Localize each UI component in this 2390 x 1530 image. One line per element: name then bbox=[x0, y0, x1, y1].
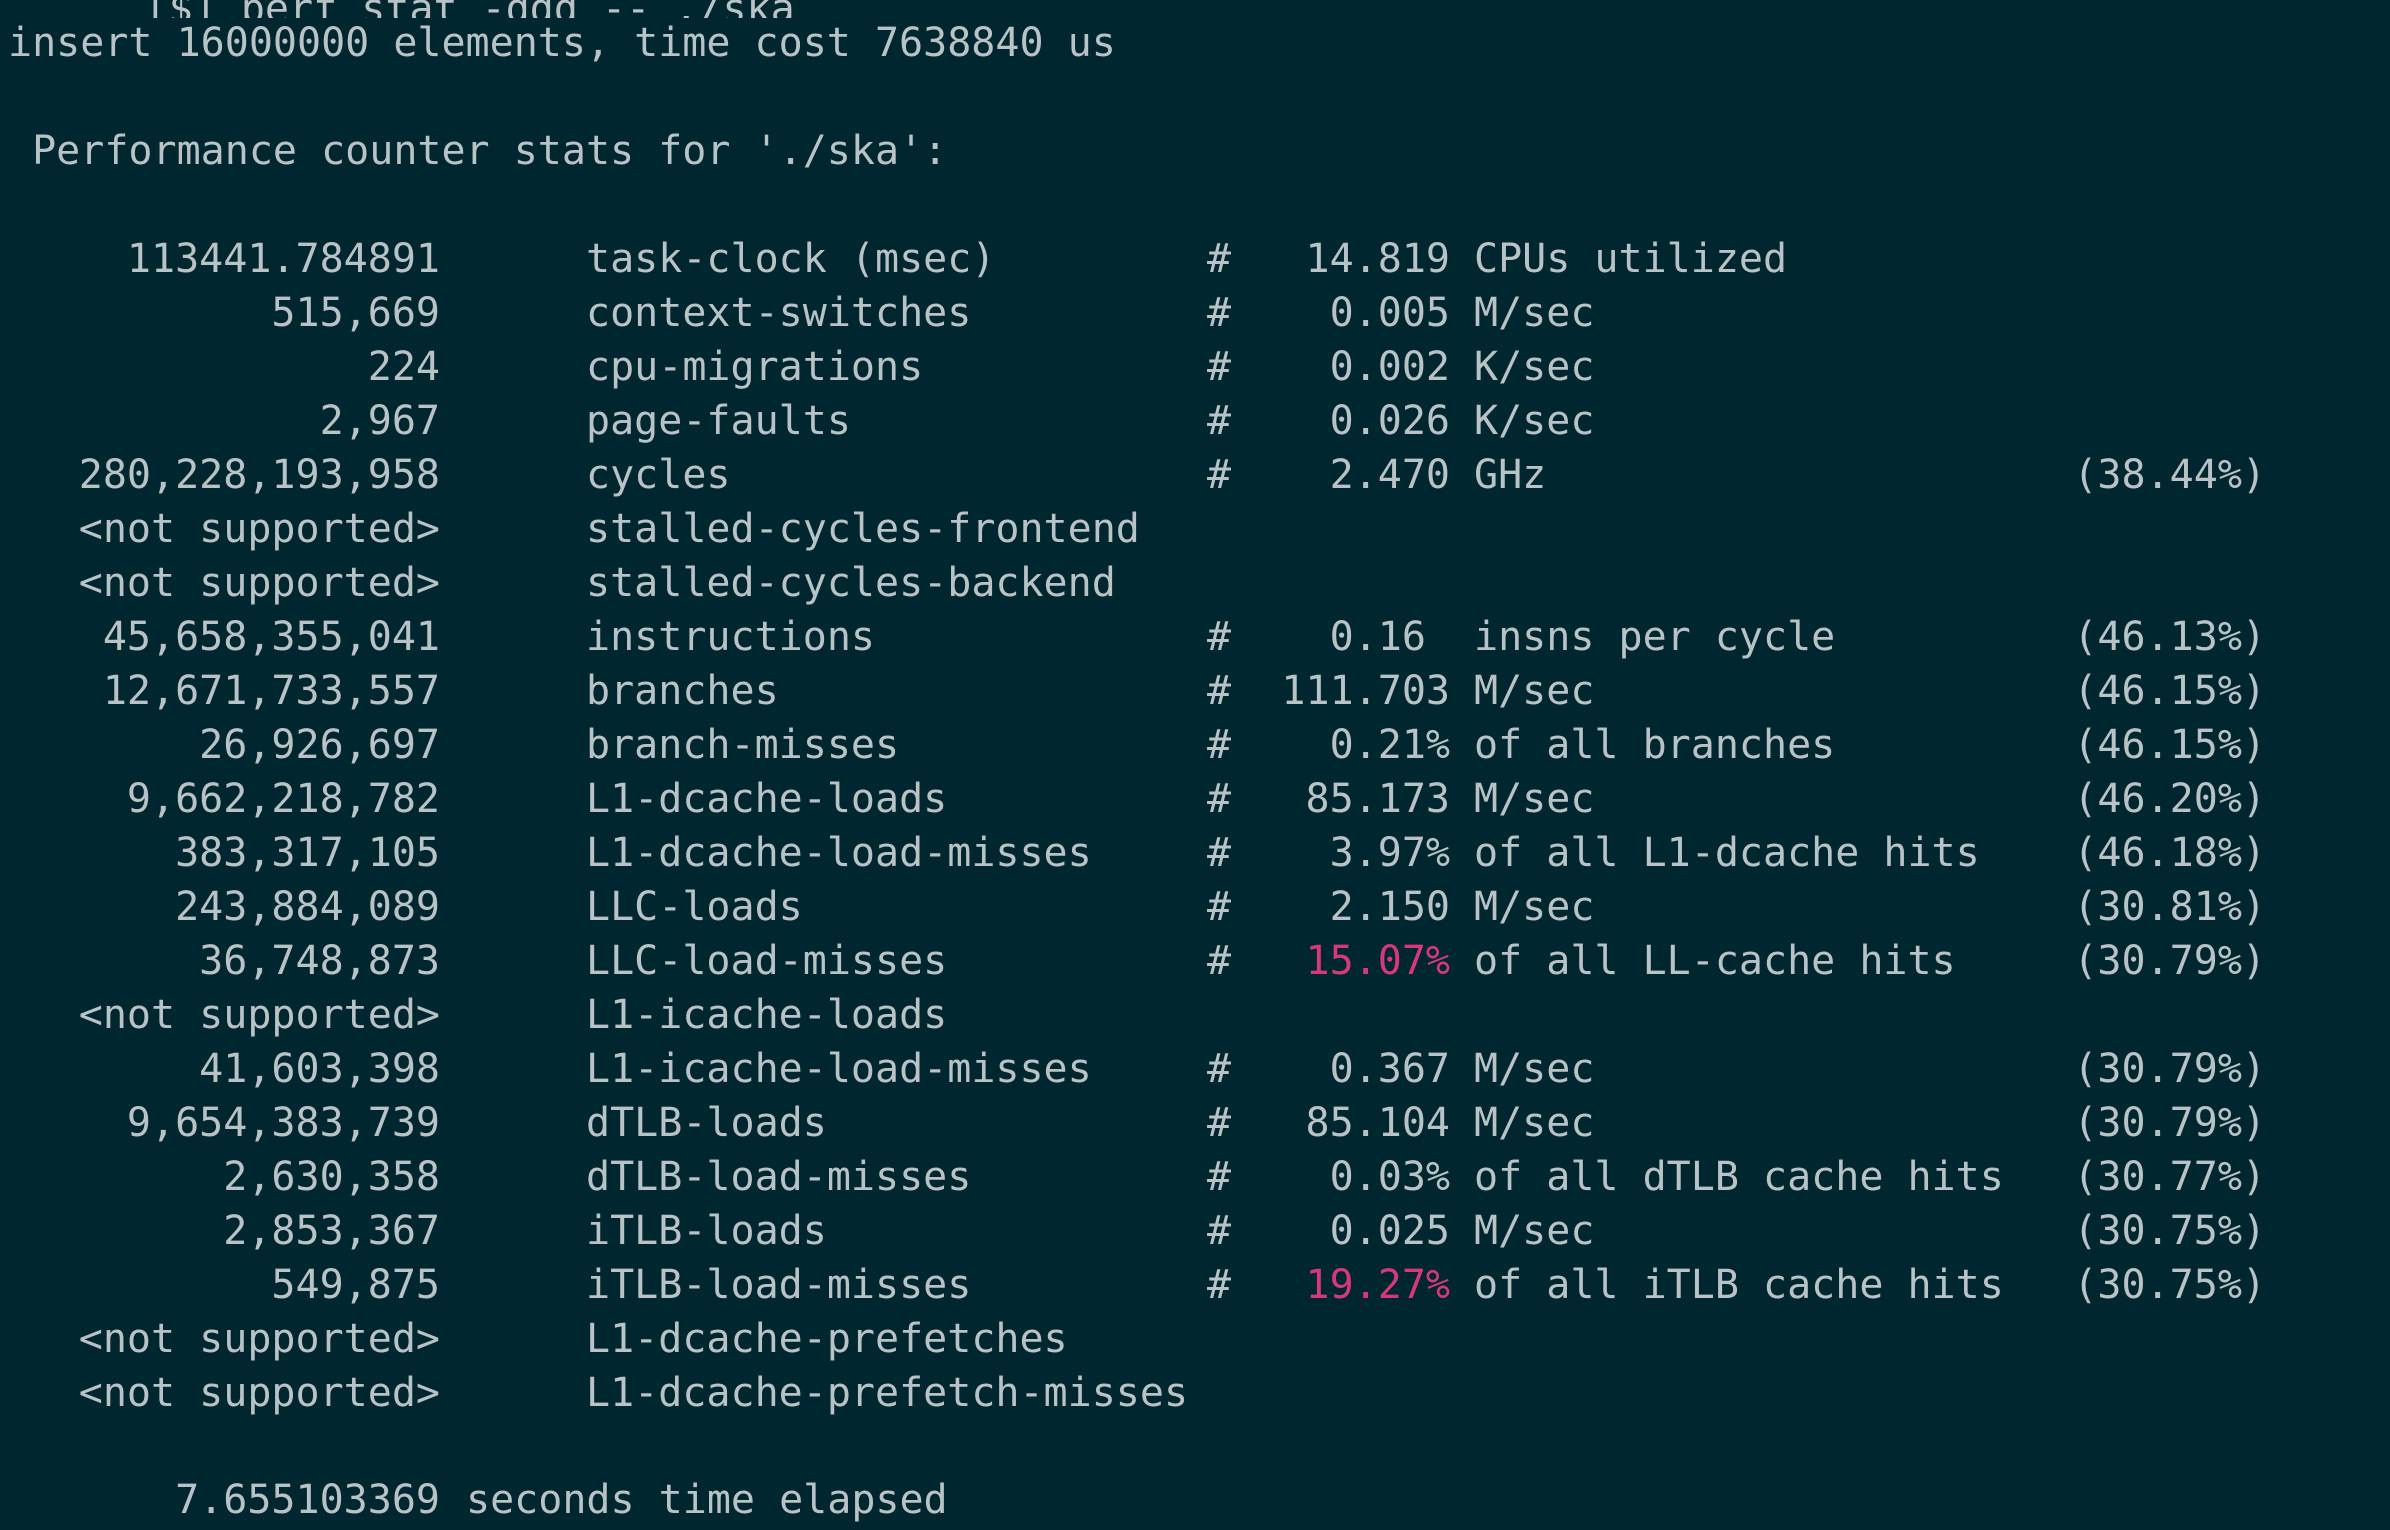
stat-count: 45,658,355,041 bbox=[102, 614, 440, 660]
stat-metric-unit: GHz bbox=[1474, 452, 1547, 498]
stat-count: <not supported> bbox=[78, 506, 440, 552]
terminal-window[interactable]: [$] perf stat -ddd -- ./ska insert 16000… bbox=[0, 0, 2390, 1530]
stat-event-name: dTLB-loads bbox=[586, 1100, 827, 1146]
stat-sampling-percent: (30.79%) bbox=[2073, 1046, 2266, 1092]
stat-metric-value: 19.27% bbox=[1305, 1262, 1451, 1308]
stat-count: 9,662,218,782 bbox=[126, 776, 440, 822]
stat-sampling-percent: (46.20%) bbox=[2073, 776, 2266, 822]
stat-event-name: L1-dcache-prefetches bbox=[586, 1316, 1068, 1362]
stat-event-name: cycles bbox=[586, 452, 731, 498]
program-output-line: insert 16000000 elements, time cost 7638… bbox=[8, 20, 1116, 66]
stat-count: <not supported> bbox=[78, 992, 440, 1038]
stat-sampling-percent: (46.15%) bbox=[2073, 668, 2266, 714]
stat-sampling-percent: (46.13%) bbox=[2073, 614, 2266, 660]
stat-metric-value: 0.367 bbox=[1329, 1046, 1450, 1092]
elapsed-value: 7.655103369 bbox=[175, 1477, 440, 1523]
stat-count: 9,654,383,739 bbox=[126, 1100, 440, 1146]
stat-metric-value: 111.703 bbox=[1281, 668, 1450, 714]
stat-event-name: context-switches bbox=[586, 290, 972, 336]
stat-count: 2,967 bbox=[319, 398, 440, 444]
stats-header: Performance counter stats for './ska': bbox=[8, 128, 948, 174]
stat-count: 2,853,367 bbox=[223, 1208, 440, 1254]
stat-sampling-percent: (46.18%) bbox=[2073, 830, 2266, 876]
stat-count: 515,669 bbox=[271, 290, 440, 336]
stat-metric-value: 3.97% bbox=[1329, 830, 1450, 876]
stat-event-name: instructions bbox=[586, 614, 875, 660]
stat-metric-value: 85.104 bbox=[1305, 1100, 1451, 1146]
stat-metric-value: 0.16 bbox=[1329, 614, 1450, 660]
stat-count: 549,875 bbox=[271, 1262, 440, 1308]
stat-count: 383,317,105 bbox=[175, 830, 440, 876]
stat-event-name: L1-icache-loads bbox=[586, 992, 948, 1038]
stat-event-name: branch-misses bbox=[586, 722, 900, 768]
stat-event-name: stalled-cycles-backend bbox=[586, 560, 1116, 606]
stat-metric-unit: of all branches bbox=[1474, 722, 1836, 768]
stat-sampling-percent: (30.81%) bbox=[2073, 884, 2266, 930]
stat-metric-unit: M/sec bbox=[1474, 1046, 1595, 1092]
stat-metric-value: 2.470 bbox=[1329, 452, 1450, 498]
stat-count: 113441.784891 bbox=[126, 236, 440, 282]
stat-event-name: LLC-loads bbox=[586, 884, 803, 930]
stat-metric-unit: M/sec bbox=[1474, 1100, 1595, 1146]
stat-metric-unit: M/sec bbox=[1474, 776, 1595, 822]
stat-count: <not supported> bbox=[78, 1370, 440, 1416]
stat-metric-value: 0.026 bbox=[1329, 398, 1450, 444]
stat-count: 12,671,733,557 bbox=[102, 668, 440, 714]
stat-event-name: L1-icache-load-misses bbox=[586, 1046, 1092, 1092]
elapsed-line: 7.655103369 seconds time elapsed bbox=[0, 1473, 948, 1527]
stat-metric-value: 15.07% bbox=[1305, 938, 1451, 984]
stat-metric-unit: CPUs utilized bbox=[1474, 236, 1788, 282]
stat-count: 224 bbox=[367, 344, 440, 390]
stat-sampling-percent: (30.79%) bbox=[2073, 1100, 2266, 1146]
stat-count: 280,228,193,958 bbox=[78, 452, 440, 498]
stat-event-name: cpu-migrations bbox=[586, 344, 924, 390]
stat-event-name: iTLB-loads bbox=[586, 1208, 827, 1254]
stat-count: 36,748,873 bbox=[199, 938, 440, 984]
stat-count: <not supported> bbox=[78, 560, 440, 606]
stat-count: 243,884,089 bbox=[175, 884, 440, 930]
stat-sampling-percent: (30.79%) bbox=[2073, 938, 2266, 984]
stat-count: 41,603,398 bbox=[199, 1046, 440, 1092]
stat-metric-unit: M/sec bbox=[1474, 1208, 1595, 1254]
stat-event-name: iTLB-load-misses bbox=[586, 1262, 972, 1308]
stat-metric-value: 0.002 bbox=[1329, 344, 1450, 390]
stat-sampling-percent: (30.75%) bbox=[2073, 1262, 2266, 1308]
stat-event-name: task-clock (msec) bbox=[586, 236, 996, 282]
stat-metric-value: 2.150 bbox=[1329, 884, 1450, 930]
stat-count: 2,630,358 bbox=[223, 1154, 440, 1200]
stat-metric-unit: K/sec bbox=[1474, 398, 1595, 444]
stat-metric-value: 0.03% bbox=[1329, 1154, 1450, 1200]
stat-metric-value: 0.21% bbox=[1329, 722, 1450, 768]
stat-metric-unit: M/sec bbox=[1474, 668, 1595, 714]
stat-metric-unit: K/sec bbox=[1474, 344, 1595, 390]
stat-metric-value: 85.173 bbox=[1305, 776, 1451, 822]
stat-event-name: dTLB-load-misses bbox=[586, 1154, 972, 1200]
stat-event-name: L1-dcache-load-misses bbox=[586, 830, 1092, 876]
stat-event-name: branches bbox=[586, 668, 779, 714]
stat-count: 26,926,697 bbox=[199, 722, 440, 768]
stat-sampling-percent: (38.44%) bbox=[2073, 452, 2266, 498]
elapsed-label: seconds time elapsed bbox=[466, 1477, 948, 1523]
stat-sampling-percent: (30.75%) bbox=[2073, 1208, 2266, 1254]
stat-sampling-percent: (30.77%) bbox=[2073, 1154, 2266, 1200]
stat-event-name: L1-dcache-prefetch-misses bbox=[586, 1370, 1189, 1416]
stat-metric-unit: M/sec bbox=[1474, 290, 1595, 336]
stat-metric-unit: of all LL-cache hits bbox=[1474, 938, 1956, 984]
stat-metric-unit: M/sec bbox=[1474, 884, 1595, 930]
stat-metric-value: 14.819 bbox=[1305, 236, 1451, 282]
stat-event-name: L1-dcache-loads bbox=[586, 776, 948, 822]
stat-metric-value: 0.005 bbox=[1329, 290, 1450, 336]
stat-event-name: LLC-load-misses bbox=[586, 938, 948, 984]
stat-count: <not supported> bbox=[78, 1316, 440, 1362]
stat-metric-unit: insns per cycle bbox=[1474, 614, 1836, 660]
stat-event-name: page-faults bbox=[586, 398, 851, 444]
stat-sampling-percent: (46.15%) bbox=[2073, 722, 2266, 768]
stat-metric-value: 0.025 bbox=[1329, 1208, 1450, 1254]
stat-event-name: stalled-cycles-frontend bbox=[586, 506, 1140, 552]
